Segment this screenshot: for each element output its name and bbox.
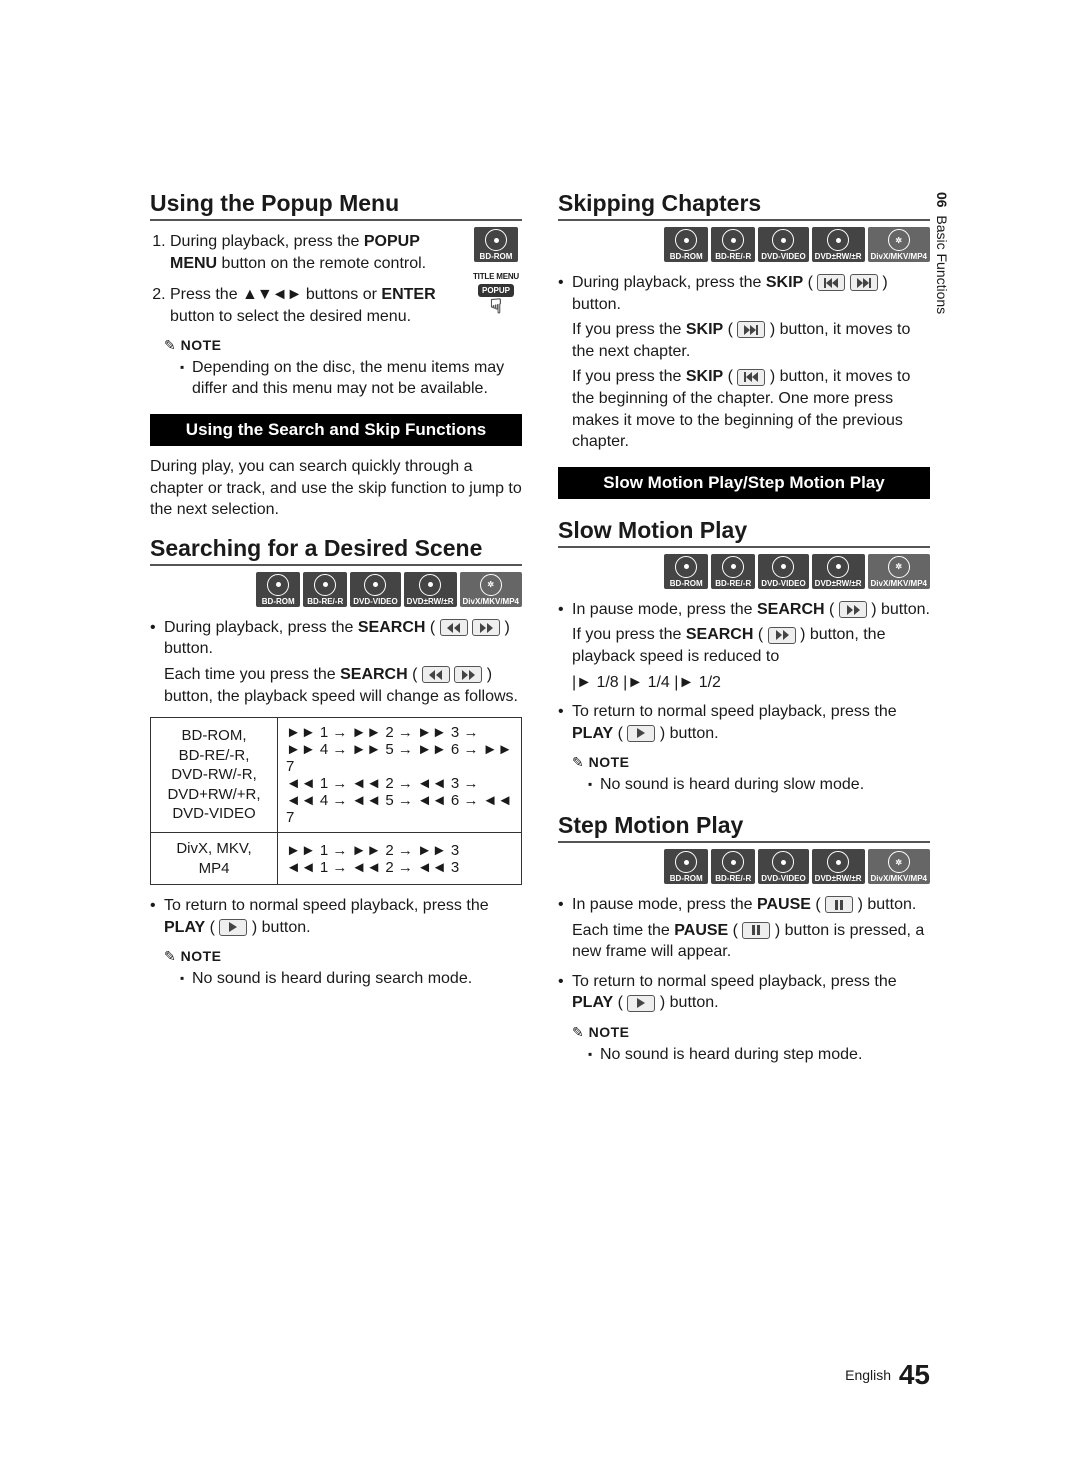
left-column: Using the Popup Menu BD-ROM TITLE MENU P… <box>150 190 522 1076</box>
disc-badge: BD-ROM <box>664 554 708 589</box>
pause-button-icon <box>742 922 770 939</box>
fastforward-button-icon <box>839 601 867 618</box>
heading-search-scene: Searching for a Desired Scene <box>150 535 522 566</box>
heading-skip-chapters: Skipping Chapters <box>558 190 930 221</box>
speed-table-values: ►► 1 → ►► 2 → ►► 3 ◄◄ 1 → ◄◄ 2 → ◄◄ 3 <box>278 833 522 885</box>
disc-badge: DVD-VIDEO <box>758 849 808 884</box>
popup-note: Depending on the disc, the menu items ma… <box>150 358 522 400</box>
disc-support-row: BD-ROM BD-RE/-R DVD-VIDEO DVD±RW/±R ✲Div… <box>558 227 930 262</box>
pause-button-icon <box>825 896 853 913</box>
play-button-icon <box>627 995 655 1012</box>
speed-table-label: BD-ROM, BD-RE/-R, DVD-RW/-R, DVD+RW/+R, … <box>151 718 278 833</box>
slow-bullet-1: In pause mode, press the SEARCH ( ) butt… <box>558 599 930 693</box>
popup-steps: During playback, press the POPUP MENU bu… <box>150 231 522 327</box>
bar-search-skip: Using the Search and Skip Functions <box>150 414 522 446</box>
speed-table: BD-ROM, BD-RE/-R, DVD-RW/-R, DVD+RW/+R, … <box>150 717 522 885</box>
note-label: NOTE <box>164 948 522 965</box>
disc-badge: DVD-VIDEO <box>758 227 808 262</box>
slow-note: No sound is heard during slow mode. <box>558 775 930 796</box>
fastforward-button-icon <box>454 666 482 683</box>
disc-badge: BD-RE/-R <box>711 227 755 262</box>
speed-table-values: ►► 1 → ►► 2 → ►► 3 → ►► 4 → ►► 5 → ►► 6 … <box>278 718 522 833</box>
play-button-icon <box>627 725 655 742</box>
side-tab: 06 Basic Functions <box>934 192 950 314</box>
disc-badge: BD-RE/-R <box>303 572 347 607</box>
step-note: No sound is heard during step mode. <box>558 1045 930 1066</box>
disc-support-row: BD-ROM BD-RE/-R DVD-VIDEO DVD±RW/±R ✲Div… <box>558 554 930 589</box>
table-row: DivX, MKV, MP4 ►► 1 → ►► 2 → ►► 3 ◄◄ 1 →… <box>151 833 522 885</box>
note-label: NOTE <box>572 754 930 771</box>
chapter-title: Basic Functions <box>934 215 950 314</box>
disc-badge: DVD±RW/±R <box>812 849 865 884</box>
play-button-icon <box>219 919 247 936</box>
footer-page-number: 45 <box>899 1359 930 1390</box>
disc-badge: ✲DivX/MKV/MP4 <box>868 554 930 589</box>
note-label: NOTE <box>572 1024 930 1041</box>
chapter-number: 06 <box>934 192 950 208</box>
manual-page: 06 Basic Functions Using the Popup Menu … <box>0 0 1080 1477</box>
page-footer: English 45 <box>845 1359 930 1391</box>
step-bullet-return: To return to normal speed playback, pres… <box>558 971 930 1014</box>
fastforward-button-icon <box>768 627 796 644</box>
disc-support-row: BD-ROM BD-RE/-R DVD-VIDEO DVD±RW/±R ✲Div… <box>150 572 522 607</box>
disc-badge: ✲DivX/MKV/MP4 <box>460 572 522 607</box>
rewind-button-icon <box>422 666 450 683</box>
disc-badge: BD-ROM <box>256 572 300 607</box>
skip-prev-button-icon <box>817 274 845 291</box>
heading-step-motion: Step Motion Play <box>558 812 930 843</box>
search-note-item: No sound is heard during search mode. <box>180 969 522 990</box>
search-bullets: During playback, press the SEARCH ( ) bu… <box>150 617 522 707</box>
heading-popup-menu: Using the Popup Menu <box>150 190 522 221</box>
return-bullet: To return to normal speed playback, pres… <box>150 895 522 938</box>
skip-prev-button-icon <box>737 369 765 386</box>
disc-badge: BD-RE/-R <box>711 554 755 589</box>
skip-bullet-1: During playback, press the SKIP ( ) butt… <box>558 272 930 453</box>
step-note-item: No sound is heard during step mode. <box>588 1045 930 1066</box>
title-menu-label: TITLE MENU <box>470 272 522 281</box>
disc-badge: DVD±RW/±R <box>812 554 865 589</box>
step-bullets: In pause mode, press the PAUSE ( ) butto… <box>558 894 930 1014</box>
disc-badge: ✲DivX/MKV/MP4 <box>868 849 930 884</box>
search-note: No sound is heard during search mode. <box>150 969 522 990</box>
right-column: Skipping Chapters BD-ROM BD-RE/-R DVD-VI… <box>558 190 930 1076</box>
disc-badge: BD-ROM <box>664 227 708 262</box>
speed-table-label: DivX, MKV, MP4 <box>151 833 278 885</box>
slow-note-item: No sound is heard during slow mode. <box>588 775 930 796</box>
table-row: BD-ROM, BD-RE/-R, DVD-RW/-R, DVD+RW/+R, … <box>151 718 522 833</box>
disc-support-row: BD-ROM BD-RE/-R DVD-VIDEO DVD±RW/±R ✲Div… <box>558 849 930 884</box>
disc-badge: BD-ROM <box>664 849 708 884</box>
disc-badge-bdrom: BD-ROM <box>474 227 518 262</box>
popup-menu-graphic: BD-ROM TITLE MENU POPUP ☟ <box>470 227 522 317</box>
fastforward-button-icon <box>472 619 500 636</box>
disc-badge: ✲DivX/MKV/MP4 <box>868 227 930 262</box>
hand-icon: ☟ <box>470 297 522 317</box>
bar-slow-step: Slow Motion Play/Step Motion Play <box>558 467 930 499</box>
disc-badge: DVD-VIDEO <box>350 572 400 607</box>
note-label: NOTE <box>164 337 522 354</box>
slow-speeds: |► 1/8 |► 1/4 |► 1/2 <box>572 672 930 694</box>
disc-badge: BD-RE/-R <box>711 849 755 884</box>
skip-next-button-icon <box>850 274 878 291</box>
disc-badge: DVD±RW/±R <box>812 227 865 262</box>
content-columns: Using the Popup Menu BD-ROM TITLE MENU P… <box>150 190 930 1076</box>
slow-bullet-return: To return to normal speed playback, pres… <box>558 701 930 744</box>
search-bullet-1: During playback, press the SEARCH ( ) bu… <box>150 617 522 707</box>
search-skip-intro: During play, you can search quickly thro… <box>150 456 522 521</box>
disc-badge: DVD±RW/±R <box>404 572 457 607</box>
heading-slow-motion: Slow Motion Play <box>558 517 930 548</box>
footer-lang: English <box>845 1367 891 1383</box>
popup-note-item: Depending on the disc, the menu items ma… <box>180 358 522 400</box>
return-play: To return to normal speed playback, pres… <box>150 895 522 938</box>
skip-bullets: During playback, press the SKIP ( ) butt… <box>558 272 930 453</box>
disc-badge: DVD-VIDEO <box>758 554 808 589</box>
skip-next-button-icon <box>737 321 765 338</box>
slow-bullets: In pause mode, press the SEARCH ( ) butt… <box>558 599 930 745</box>
rewind-button-icon <box>440 619 468 636</box>
step-bullet-1: In pause mode, press the PAUSE ( ) butto… <box>558 894 930 963</box>
